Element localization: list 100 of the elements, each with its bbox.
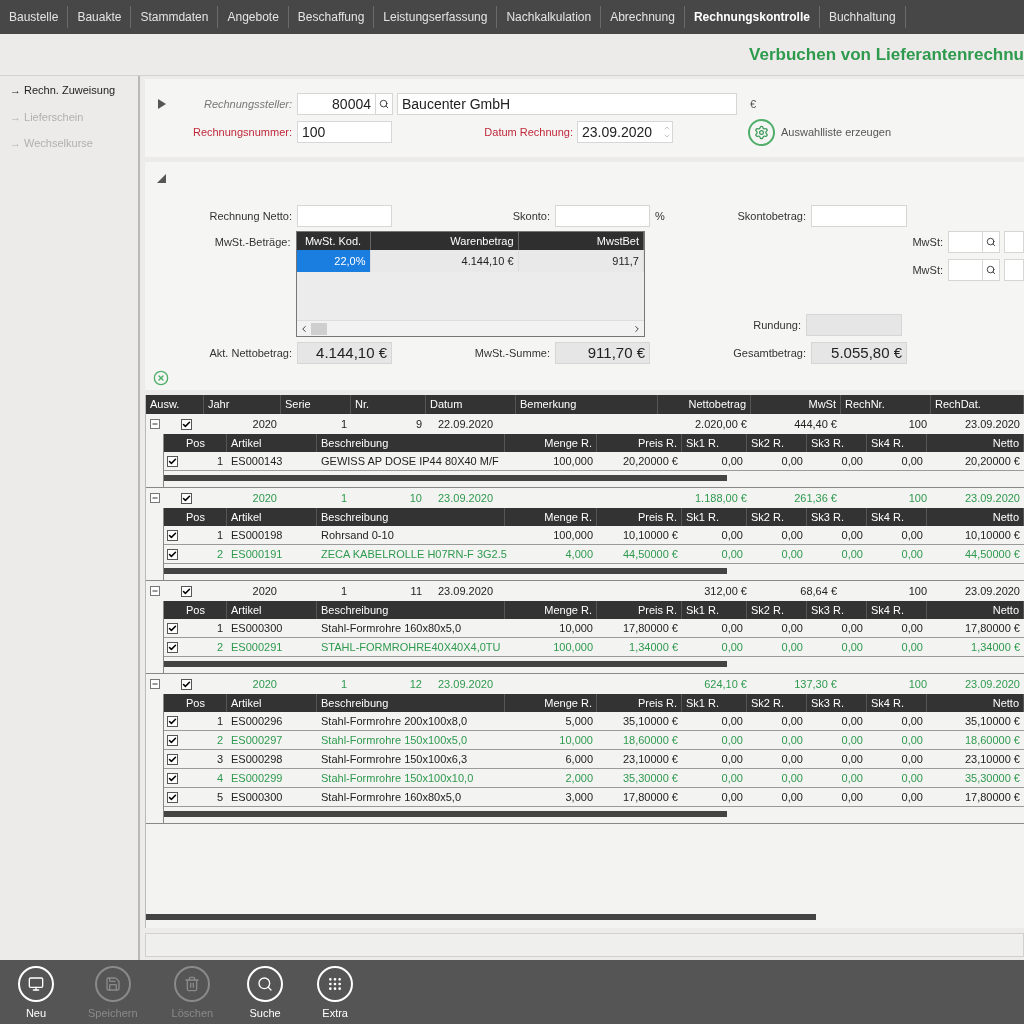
column-header: Sk4 R. <box>867 694 927 712</box>
table-cell-text: 3,000 <box>564 789 594 805</box>
field-label: Akt. Nettobetrag: <box>208 345 293 361</box>
table-cell-text: STAHL-FORMROHRE40X40X4,0TU <box>320 639 502 655</box>
column-header: Beschreibung <box>317 694 505 712</box>
sidebar-item[interactable]: → Rechn. Zuweisung <box>10 82 138 99</box>
table-cell-text: 2 <box>215 639 224 655</box>
table-cell-text: 10,10000 € <box>963 527 1021 543</box>
table-cell-text: 18,60000 € <box>963 732 1021 748</box>
column-header: Sk1 R. <box>682 434 747 452</box>
table-cell-text: ES000143 <box>230 453 284 469</box>
table-cell-text: 2020 <box>251 676 278 692</box>
table-cell-text: 5 <box>215 789 224 805</box>
table-cell-text: 0,00 <box>840 751 864 767</box>
menu-tab[interactable]: Buchhaltung <box>819 6 906 28</box>
net-total-field[interactable]: 4.144,10 € <box>297 342 392 364</box>
table-cell-text: 0,00 <box>720 546 744 562</box>
column-header: Sk1 R. <box>682 508 747 526</box>
menu-tab[interactable]: Beschaffung <box>288 6 375 28</box>
table-cell-text: 68,64 € <box>799 583 838 599</box>
vat-sum-field[interactable]: 911,70 € <box>555 342 650 364</box>
table-cell-text: Stahl-Formrohre 150x100x10,0 <box>320 770 475 786</box>
table-cell-text: 0,00 <box>720 770 744 786</box>
table-cell-text: 4 <box>215 770 224 786</box>
menu-tab[interactable]: Nachkalkulation <box>497 6 602 28</box>
column-header: Artikel <box>227 508 317 526</box>
table-cell-text: ES000198 <box>230 527 284 543</box>
menu-tab[interactable]: Baustelle <box>0 6 69 28</box>
gross-total-field[interactable]: 5.055,80 € <box>811 342 907 364</box>
table-cell-text: 2020 <box>251 490 278 506</box>
table-cell-text: 1.188,00 € <box>694 490 748 506</box>
item-row[interactable]: 5 ES000300 Stahl-Formrohre 160x80x5,0 3,000 17,80000 € 0,00 0,00 0,00 0,00 17,80000 € <box>164 788 1024 807</box>
invoice-row[interactable]: 2020 1 9 22.09.2020 2.020,00 € 444,40 € 100 23.09.2020 <box>146 414 1024 434</box>
table-cell-text: 444,40 € <box>793 416 838 432</box>
item-row[interactable]: 1 ES000198 Rohrsand 0-10 100,000 10,10000 € 0,00 0,00 0,00 0,00 10,10000 € <box>164 526 1024 545</box>
table-cell-text: 0,00 <box>720 453 744 469</box>
supplier-name-field[interactable]: Baucenter GmbH <box>397 93 737 115</box>
field-label: MwSt.-Beträge: <box>213 235 292 250</box>
item-row[interactable]: 1 ES000296 Stahl-Formrohre 200x100x8,0 5,000 35,10000 € 0,00 0,00 0,00 0,00 35,10000 € <box>164 712 1024 731</box>
table-cell-text: 0,00 <box>840 527 864 543</box>
table-cell-text: ES000300 <box>230 620 284 636</box>
column-header: Sk3 R. <box>807 601 867 619</box>
column-header: Ausw. <box>146 395 204 414</box>
table-cell-text: 0,00 <box>900 453 924 469</box>
table-cell-text: 0,00 <box>900 527 924 543</box>
table-cell-text: 23.09.2020 <box>437 676 495 692</box>
menu-tab[interactable]: Bauakte <box>68 6 132 28</box>
menu-tab[interactable]: Rechnungskontrolle <box>684 6 820 28</box>
table-cell-text: 137,30 € <box>793 676 838 692</box>
column-header: Netto <box>927 508 1024 526</box>
column-header: Artikel <box>227 694 317 712</box>
column-header: Artikel <box>227 601 317 619</box>
table-cell-text: Stahl-Formrohre 160x80x5,0 <box>320 620 462 636</box>
table-cell-text: 4,000 <box>564 546 594 562</box>
table-cell-text: ES000299 <box>230 770 284 786</box>
table-cell-text: 17,80000 € <box>621 789 679 805</box>
table-cell-text: 23,10000 € <box>621 751 679 767</box>
table-cell-text: 3 <box>215 751 224 767</box>
field-label: MwSt: <box>911 234 944 250</box>
table-cell-text: 1,34000 € <box>970 639 1021 655</box>
table-cell-text: 0,00 <box>780 527 804 543</box>
column-header: Bemerkung <box>516 395 658 414</box>
table-cell-text: 0,00 <box>840 732 864 748</box>
field-label: Rechnung Netto: <box>208 208 293 224</box>
table-cell-text: 0,00 <box>720 789 744 805</box>
table-cell-text: 23.09.2020 <box>963 676 1021 692</box>
menu-tab[interactable]: Stammdaten <box>131 6 219 28</box>
table-cell-text: 0,00 <box>840 639 864 655</box>
table-cell-text: 100 <box>907 583 928 599</box>
invoice-row[interactable]: 2020 1 11 23.09.2020 312,00 € 68,64 € 100 23.09.2020 <box>146 581 1024 601</box>
item-row[interactable]: 1 ES000300 Stahl-Formrohre 160x80x5,0 10,000 17,80000 € 0,00 0,00 0,00 0,00 17,80000 € <box>164 619 1024 638</box>
column-header: Sk2 R. <box>747 601 807 619</box>
item-row[interactable]: 1 ES000143 GEWISS AP DOSE IP44 80X40 M/F 100,000 20,20000 € 0,00 0,00 0,00 0,00 20,20000 € <box>164 452 1024 471</box>
invoice-number-field[interactable]: 100 <box>297 121 392 143</box>
table-cell-text: 1 <box>339 676 348 692</box>
table-cell-text: 0,00 <box>720 527 744 543</box>
column-header: Jahr <box>204 395 281 414</box>
column-header: Menge R. <box>505 601 597 619</box>
table-cell-text: 23.09.2020 <box>437 583 495 599</box>
menu-tab[interactable]: Abrechnung <box>601 6 685 28</box>
field-label: Skonto: <box>511 208 551 224</box>
table-cell-text: 17,80000 € <box>963 789 1021 805</box>
table-cell-text: 100,000 <box>552 453 594 469</box>
table-cell-text: ES000296 <box>230 713 284 729</box>
field-label: MwSt.-Summe: <box>473 345 551 361</box>
table-cell-text: 11 <box>409 583 423 599</box>
table-cell-text: 100 <box>907 416 928 432</box>
table-cell-text: GEWISS AP DOSE IP44 80X40 M/F <box>320 453 500 469</box>
table-cell-text: 0,00 <box>720 713 744 729</box>
supplier-number-field[interactable]: 80004 <box>297 93 393 115</box>
generate-list-button[interactable]: Auswahlliste erzeugen <box>748 118 892 146</box>
menu-tab[interactable]: Angebote <box>218 6 289 28</box>
column-header: Preis R. <box>597 508 682 526</box>
table-cell-text: 0,00 <box>780 732 804 748</box>
column-header: Sk3 R. <box>807 434 867 452</box>
menu-tab[interactable]: Leistungserfassung <box>374 6 498 28</box>
table-cell-text: 0,00 <box>720 620 744 636</box>
table-cell-text: 35,10000 € <box>963 713 1021 729</box>
table-cell-text: 0,00 <box>840 770 864 786</box>
item-row[interactable]: 3 ES000298 Stahl-Formrohre 150x100x6,3 6,000 23,10000 € 0,00 0,00 0,00 0,00 23,10000 € <box>164 750 1024 769</box>
